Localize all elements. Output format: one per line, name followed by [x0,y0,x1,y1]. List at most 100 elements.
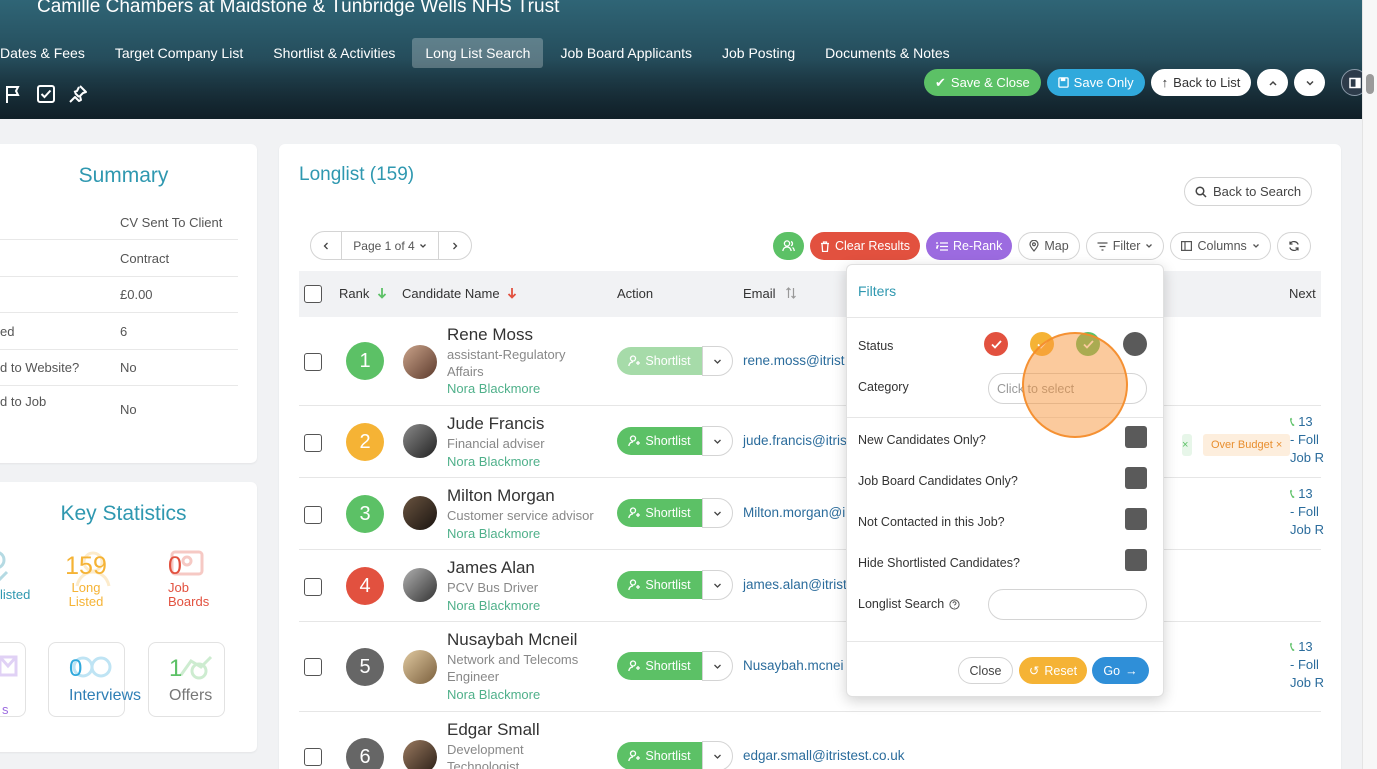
tag-over-budget[interactable]: Over Budget × [1203,434,1291,456]
map-button[interactable]: Map [1018,232,1080,260]
column-rank[interactable]: Rank [339,286,387,301]
shortlist-dropdown-button[interactable] [702,498,733,528]
category-select[interactable]: Click to select [988,373,1147,404]
shortlist-button[interactable]: Shortlist [617,427,702,455]
scrollbar-thumb[interactable] [1366,74,1374,94]
status-grey-option[interactable] [1123,332,1147,356]
job-board-candidates-toggle[interactable] [1125,467,1147,489]
back-to-list-button[interactable]: ↑ Back to List [1150,69,1252,96]
status-amber-option[interactable] [1030,332,1054,356]
candidate-email[interactable]: james.alan@itrist [743,577,847,592]
reset-button[interactable]: ↺ Reset [1019,657,1087,684]
panel-toggle-button[interactable] [1341,69,1362,96]
tab-target-company-list[interactable]: Target Company List [100,38,258,68]
candidate-owner[interactable]: Nora Blackmore [447,687,540,702]
floppy-icon [1057,77,1069,88]
tab-long-list-search[interactable]: Long List Search [412,38,544,68]
candidate-owner[interactable]: Nora Blackmore [447,526,540,541]
candidate-email[interactable]: Nusaybah.mcnei [743,658,844,673]
tab-job-posting[interactable]: Job Posting [707,38,810,68]
go-button[interactable]: Go → [1092,657,1149,684]
stat-long-listed[interactable]: 159 Long Listed [55,551,117,609]
candidate-name[interactable]: Jude Francis [447,414,544,434]
candidate-email[interactable]: rene.moss@itrist [743,353,844,368]
next-activity[interactable]: 📞︎ 13- Foll Job R [1290,413,1324,467]
checkbox-icon[interactable] [36,84,56,104]
tag-close-icon[interactable]: × [1276,439,1282,451]
candidate-job-title: assistant-Regulatory Affairs [447,347,566,379]
candidate-email[interactable]: jude.francis@itris [743,433,847,448]
save-only-button[interactable]: Save Only [1046,69,1145,96]
candidate-name[interactable]: James Alan [447,558,535,578]
prev-page-button[interactable] [310,231,342,260]
shortlist-button[interactable]: Shortlist [617,652,702,680]
add-candidates-button[interactable] [773,232,804,260]
shortlist-dropdown-button[interactable] [702,426,733,456]
columns-button[interactable]: Columns [1170,232,1271,260]
shortlist-dropdown-button[interactable] [702,651,733,681]
next-activity[interactable]: 📞︎ 13- Foll Job R [1290,485,1324,539]
shortlist-dropdown-button[interactable] [702,570,733,600]
row-checkbox[interactable] [304,748,322,766]
stat-job-boards[interactable]: 0 Job Boards [158,550,220,609]
tab-shortlist-activities[interactable]: Shortlist & Activities [258,38,410,68]
not-contacted-toggle[interactable] [1125,508,1147,530]
row-checkbox[interactable] [304,353,322,371]
row-checkbox[interactable] [304,434,322,452]
user-add-icon [628,660,641,672]
status-label: Status [858,339,894,353]
column-candidate-name[interactable]: Candidate Name [402,286,517,301]
longlist-search-input[interactable] [988,589,1147,620]
shortlist-button[interactable]: Shortlist [617,571,702,599]
shortlist-button[interactable]: Shortlist [617,347,702,375]
tab-documents-notes[interactable]: Documents & Notes [810,38,965,68]
help-icon[interactable] [949,598,960,610]
chevron-down-icon [419,243,426,248]
select-all-checkbox[interactable] [304,285,322,303]
stat-offers[interactable]: 1 Offers [148,642,225,717]
shortlist-dropdown-button[interactable] [702,741,733,769]
candidate-name[interactable]: Nusaybah Mcneil [447,630,577,650]
stat-box-partial[interactable]: s [0,642,26,717]
header-actions: ✔ Save & Close Save Only ↑ Back to List [924,69,1362,96]
previous-record-button[interactable] [1257,69,1289,96]
next-activity[interactable]: 📞︎ 13- Foll Job R [1290,638,1324,692]
candidate-name[interactable]: Rene Moss [447,325,533,345]
page-scrollbar[interactable] [1362,0,1377,769]
close-button[interactable]: Close [958,657,1013,684]
new-candidates-toggle[interactable] [1125,426,1147,448]
tab-job-board-applicants[interactable]: Job Board Applicants [545,38,707,68]
refresh-button[interactable] [1276,232,1311,260]
re-rank-button[interactable]: Re-Rank [926,232,1013,260]
row-checkbox[interactable] [304,506,322,524]
shortlist-dropdown-button[interactable] [702,346,733,376]
chevron-down-icon [714,439,721,444]
page-select[interactable]: Page 1 of 4 [342,231,438,260]
next-page-button[interactable] [438,231,472,260]
candidate-email[interactable]: Milton.morgan@i [743,505,845,520]
tab-dates-fees[interactable]: Dates & Fees [0,38,100,68]
row-checkbox[interactable] [304,578,322,596]
candidate-job-title: PCV Bus Driver [447,580,539,595]
shortlist-button[interactable]: Shortlist [617,742,702,769]
column-email[interactable]: Email [743,286,797,301]
clear-results-button[interactable]: Clear Results [810,232,921,260]
candidate-name[interactable]: Edgar Small [447,720,540,740]
back-to-search-button[interactable]: Back to Search [1184,177,1313,206]
status-red-option[interactable] [984,332,1008,356]
pin-icon[interactable] [68,84,88,104]
candidate-owner[interactable]: Nora Blackmore [447,598,540,613]
hide-shortlisted-toggle[interactable] [1125,549,1147,571]
filter-button[interactable]: Filter [1085,232,1165,260]
flag-icon[interactable] [4,84,24,104]
candidate-owner[interactable]: Nora Blackmore [447,381,540,396]
status-green-option[interactable] [1076,332,1100,356]
row-checkbox[interactable] [304,658,322,676]
candidate-name[interactable]: Milton Morgan [447,486,555,506]
candidate-owner[interactable]: Nora Blackmore [447,454,540,469]
next-record-button[interactable] [1294,69,1326,96]
shortlist-button[interactable]: Shortlist [617,499,702,527]
candidate-email[interactable]: edgar.small@itristest.co.uk [743,748,905,763]
save-close-button[interactable]: ✔ Save & Close [924,69,1041,96]
stat-interviews[interactable]: 0 Interviews [48,642,141,717]
